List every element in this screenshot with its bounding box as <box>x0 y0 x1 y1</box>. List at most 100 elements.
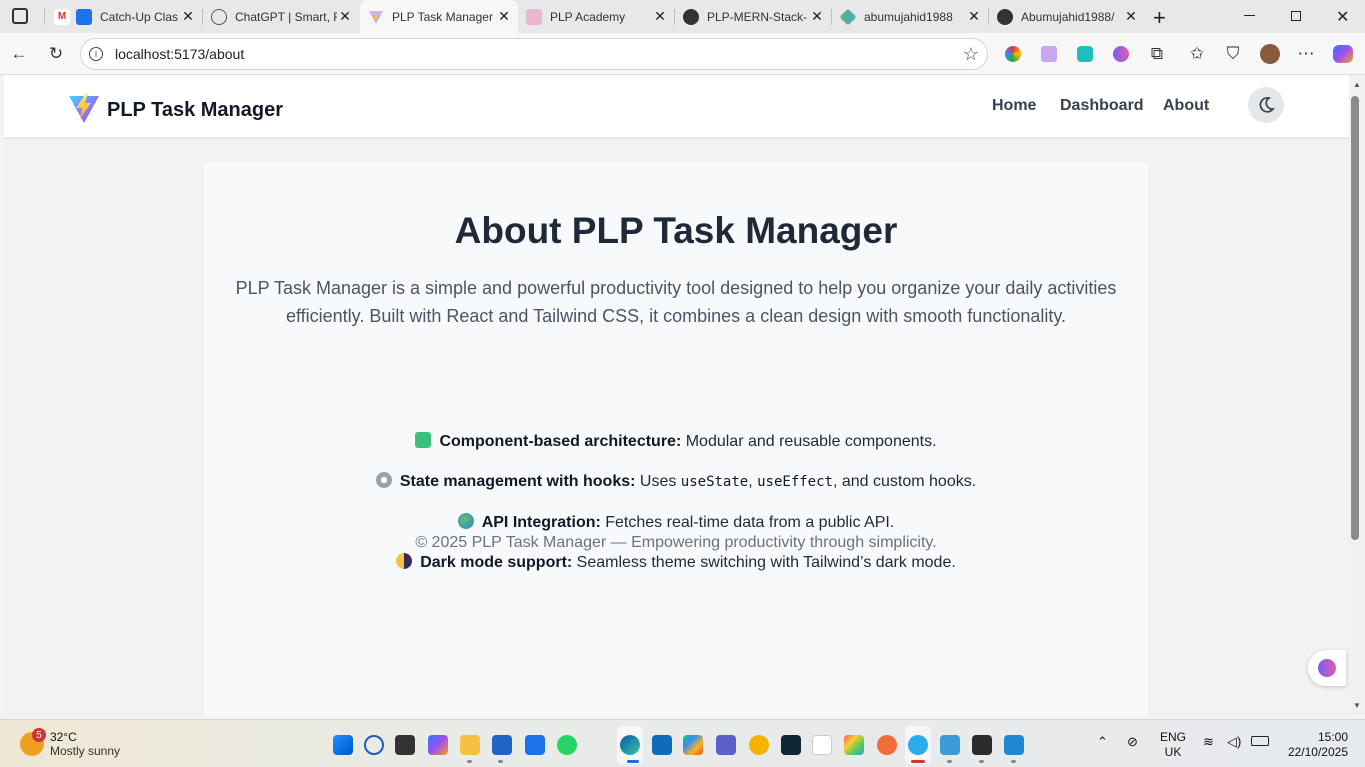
notification-badge: 5 <box>32 728 46 742</box>
close-tab-icon[interactable]: ✕ <box>966 8 982 25</box>
weather-widget[interactable]: 5 32°C Mostly sunny <box>20 728 121 758</box>
mongodb-leaf-icon[interactable] <box>812 735 832 755</box>
search-icon[interactable] <box>364 735 384 755</box>
extensions-puzzle-icon[interactable]: ⧉ <box>1147 44 1167 64</box>
page-viewport: PLP Task Manager Home Dashboard About Ab… <box>4 75 1349 716</box>
profile-avatar[interactable] <box>1260 44 1280 64</box>
clock[interactable]: 15:00 22/10/2025 <box>1284 730 1348 760</box>
copilot-icon[interactable] <box>1333 44 1353 64</box>
extension-purple-icon[interactable] <box>1039 44 1059 64</box>
favorites-icon[interactable]: ✩ <box>1187 44 1207 64</box>
footer-text: © 2025 PLP Task Manager — Empowering pro… <box>415 534 937 551</box>
calendar-icon <box>76 8 92 25</box>
tab-actions-icon[interactable] <box>12 8 28 24</box>
close-tab-icon[interactable]: ✕ <box>180 8 196 25</box>
half-moon-icon <box>396 553 413 569</box>
close-tab-icon[interactable]: ✕ <box>496 8 512 25</box>
minimize-icon[interactable] <box>1244 15 1255 16</box>
github-icon <box>997 8 1013 25</box>
mail-icon[interactable] <box>525 735 545 755</box>
ai-assistant-button[interactable] <box>1308 650 1346 686</box>
vite-logo-icon <box>67 91 101 130</box>
multicolor-app-icon[interactable] <box>844 735 864 755</box>
url-text[interactable]: localhost:5173/about <box>115 46 244 62</box>
page-title: About PLP Task Manager <box>454 210 898 251</box>
vite-icon <box>368 9 384 25</box>
brain-icon <box>1318 659 1336 677</box>
outlook-icon[interactable] <box>652 735 672 755</box>
feature-item: API Integration: Fetches real-time data … <box>204 513 1148 532</box>
windows-taskbar: 5 32°C Mostly sunny ⌃ ⊘ ENG UK ≋ ◁) 15:0… <box>0 719 1365 767</box>
vscode-icon[interactable] <box>1004 735 1024 755</box>
copilot-taskbar-icon[interactable] <box>428 735 448 755</box>
play-store-icon[interactable] <box>683 735 703 755</box>
battery-icon[interactable] <box>1251 736 1269 746</box>
brand-name: PLP Task Manager <box>107 99 283 121</box>
orange-app-icon[interactable] <box>877 735 897 755</box>
tab-plp-academy[interactable]: PLP Academy ✕ <box>518 0 674 33</box>
extension-colorful-icon[interactable] <box>1003 44 1023 64</box>
weather-desc: Mostly sunny <box>50 744 121 758</box>
tab-strip: M Catch-Up Clas ✕ ChatGPT | Smart, F ✕ P… <box>0 0 1365 33</box>
browser-essentials-shield-icon[interactable]: ⛉ <box>1223 44 1243 64</box>
gmail-icon: M <box>54 8 70 25</box>
brand[interactable]: PLP Task Manager <box>67 91 283 130</box>
github-icon <box>683 8 699 25</box>
whatsapp-icon[interactable] <box>557 735 577 755</box>
feature-item: Dark mode support: Seamless theme switch… <box>204 553 1148 572</box>
tab-plp-mern-stack[interactable]: PLP-MERN-Stack- ✕ <box>675 0 831 33</box>
tab-plp-task-manager[interactable]: PLP Task Manager ✕ <box>360 0 518 33</box>
sun-icon: 5 <box>20 728 46 756</box>
no-network-icon[interactable]: ⊘ <box>1127 734 1138 750</box>
feature-item: State management with hooks: Uses useSta… <box>204 472 1148 491</box>
scroll-up-icon[interactable]: ▲ <box>1353 80 1361 89</box>
back-icon[interactable]: ← <box>9 44 29 64</box>
scrollbar-thumb[interactable] <box>1351 96 1359 540</box>
terminal-icon[interactable] <box>972 735 992 755</box>
wifi-icon[interactable]: ≋ <box>1203 734 1214 750</box>
teams-icon[interactable] <box>716 735 736 755</box>
tab-abumujahid1988-repo[interactable]: Abumujahid1988/ ✕ <box>989 0 1145 33</box>
scroll-down-icon[interactable]: ▼ <box>1353 701 1361 710</box>
extension-brain-icon[interactable] <box>1111 44 1131 64</box>
tab-catch-up[interactable]: M Catch-Up Clas ✕ <box>46 0 202 33</box>
task-view-icon[interactable] <box>395 735 415 755</box>
extension-teal-icon[interactable] <box>1075 44 1095 64</box>
favorite-star-icon[interactable]: ☆ <box>963 44 979 65</box>
close-tab-icon[interactable]: ✕ <box>1123 8 1139 25</box>
edge-icon[interactable] <box>620 735 640 755</box>
feature-item: Component-based architecture: Modular an… <box>204 432 1148 451</box>
store-icon[interactable] <box>492 735 512 755</box>
close-tab-icon[interactable]: ✕ <box>652 8 668 25</box>
notepad-icon[interactable] <box>940 735 960 755</box>
language-indicator[interactable]: ENG UK <box>1160 730 1186 760</box>
close-tab-icon[interactable]: ✕ <box>809 8 825 25</box>
telegram-icon[interactable] <box>908 735 928 755</box>
nav-about[interactable]: About <box>1163 97 1209 115</box>
gear-icon <box>375 472 392 488</box>
chrome-canary-icon[interactable] <box>749 735 769 755</box>
start-windows-icon[interactable] <box>333 735 353 755</box>
diamond-icon <box>839 8 857 25</box>
volume-icon[interactable]: ◁) <box>1227 734 1241 750</box>
close-tab-icon[interactable]: ✕ <box>337 8 353 25</box>
weather-temp: 32°C <box>50 730 77 744</box>
nav-home[interactable]: Home <box>992 97 1036 115</box>
refresh-icon[interactable]: ↻ <box>46 44 66 64</box>
show-hidden-icons[interactable]: ⌃ <box>1097 734 1108 750</box>
restore-icon[interactable] <box>1291 11 1301 21</box>
mongodb-compass-icon[interactable] <box>781 735 801 755</box>
more-options-icon[interactable]: ⋯ <box>1296 44 1316 64</box>
info-icon[interactable]: i <box>89 47 103 61</box>
new-tab-button[interactable]: + <box>1153 5 1166 31</box>
nav-dashboard[interactable]: Dashboard <box>1060 97 1144 115</box>
address-bar[interactable]: i localhost:5173/about ☆ <box>80 38 988 70</box>
tab-chatgpt[interactable]: ChatGPT | Smart, F ✕ <box>203 0 359 33</box>
chatgpt-icon <box>211 8 227 25</box>
tab-abumujahid1988[interactable]: abumujahid1988 ✕ <box>832 0 988 33</box>
close-window-icon[interactable]: ✕ <box>1336 7 1349 27</box>
browser-toolbar: ← ↻ i localhost:5173/about ☆ ⧉ ✩ ⛉ ⋯ <box>0 33 1365 75</box>
app-navbar: PLP Task Manager Home Dashboard About <box>4 75 1349 138</box>
file-explorer-icon[interactable] <box>460 735 480 755</box>
theme-toggle-button[interactable] <box>1248 87 1284 123</box>
